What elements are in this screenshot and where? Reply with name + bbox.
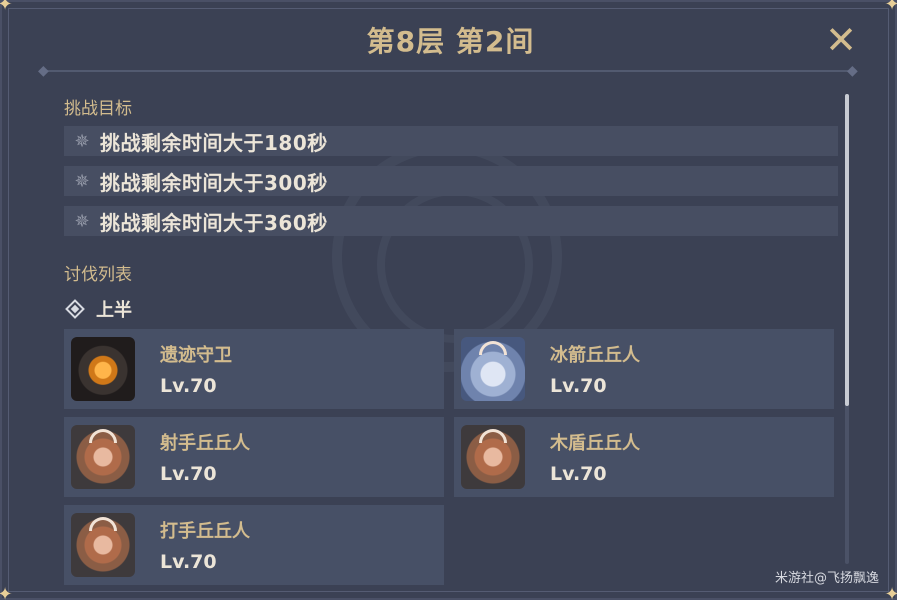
enemy-card[interactable]: 打手丘丘人 Lv.70 <box>64 505 444 585</box>
corner-star-icon: ✦ <box>0 0 13 15</box>
enemy-name: 木盾丘丘人 <box>550 433 640 454</box>
goal-row: ✵ 挑战剩余时间大于360秒 <box>64 206 838 236</box>
divider-ornament-icon: ◆ <box>38 63 49 79</box>
close-button[interactable]: ✕ <box>821 21 861 62</box>
enemy-name: 打手丘丘人 <box>160 521 250 542</box>
scrollbar-thumb[interactable] <box>845 94 849 406</box>
diamond-icon <box>65 299 85 319</box>
mask-horns-icon <box>89 429 117 443</box>
enemy-name: 遗迹守卫 <box>160 345 232 366</box>
corner-star-icon: ✦ <box>884 0 897 15</box>
title-divider <box>46 70 854 72</box>
enemy-level: Lv.70 <box>160 551 217 573</box>
star-icon: ✵ <box>74 210 90 232</box>
enemy-card[interactable]: 木盾丘丘人 Lv.70 <box>454 417 834 497</box>
goals-section-label: 挑战目标 <box>64 99 132 119</box>
enemy-name: 冰箭丘丘人 <box>550 345 640 366</box>
enemy-level: Lv.70 <box>550 375 607 397</box>
close-icon: ✕ <box>825 18 857 62</box>
mask-horns-icon <box>479 341 507 355</box>
enemy-level: Lv.70 <box>160 375 217 397</box>
corner-star-icon: ✦ <box>884 584 897 600</box>
goal-text: 挑战剩余时间大于360秒 <box>100 210 328 235</box>
divider-ornament-icon: ◆ <box>847 63 858 79</box>
enemies-section-label: 讨伐列表 <box>64 265 132 285</box>
mask-horns-icon <box>479 429 507 443</box>
goal-row: ✵ 挑战剩余时间大于180秒 <box>64 126 838 156</box>
cryo-hilichurl-portrait <box>461 337 525 401</box>
source-credit: 米游社@飞扬飘逸 <box>774 571 879 586</box>
hilichurl-portrait <box>71 513 135 577</box>
enemy-level: Lv.70 <box>160 463 217 485</box>
enemy-card[interactable]: 冰箭丘丘人 Lv.70 <box>454 329 834 409</box>
hilichurl-portrait <box>461 425 525 489</box>
star-icon: ✵ <box>74 170 90 192</box>
abyss-chamber-panel: ✦ ✦ ✦ ✦ 第8层 第2间 ✕ ◆ ◆ 挑战目标 ✵ 挑战剩余时间大于180… <box>0 0 897 600</box>
half-label-text: 上半 <box>96 300 132 321</box>
enemy-card[interactable]: 遗迹守卫 Lv.70 <box>64 329 444 409</box>
first-half-label: 上半 <box>64 296 132 322</box>
star-icon: ✵ <box>74 130 90 152</box>
ruin-guard-portrait <box>71 337 135 401</box>
page-title: 第8层 第2间 <box>366 25 535 58</box>
enemy-name: 射手丘丘人 <box>160 433 250 454</box>
goal-text: 挑战剩余时间大于180秒 <box>100 130 328 155</box>
mask-horns-icon <box>89 517 117 531</box>
corner-star-icon: ✦ <box>0 584 13 600</box>
hilichurl-portrait <box>71 425 135 489</box>
enemy-card[interactable]: 射手丘丘人 Lv.70 <box>64 417 444 497</box>
enemy-level: Lv.70 <box>550 463 607 485</box>
goal-text: 挑战剩余时间大于300秒 <box>100 170 328 195</box>
goal-row: ✵ 挑战剩余时间大于300秒 <box>64 166 838 196</box>
